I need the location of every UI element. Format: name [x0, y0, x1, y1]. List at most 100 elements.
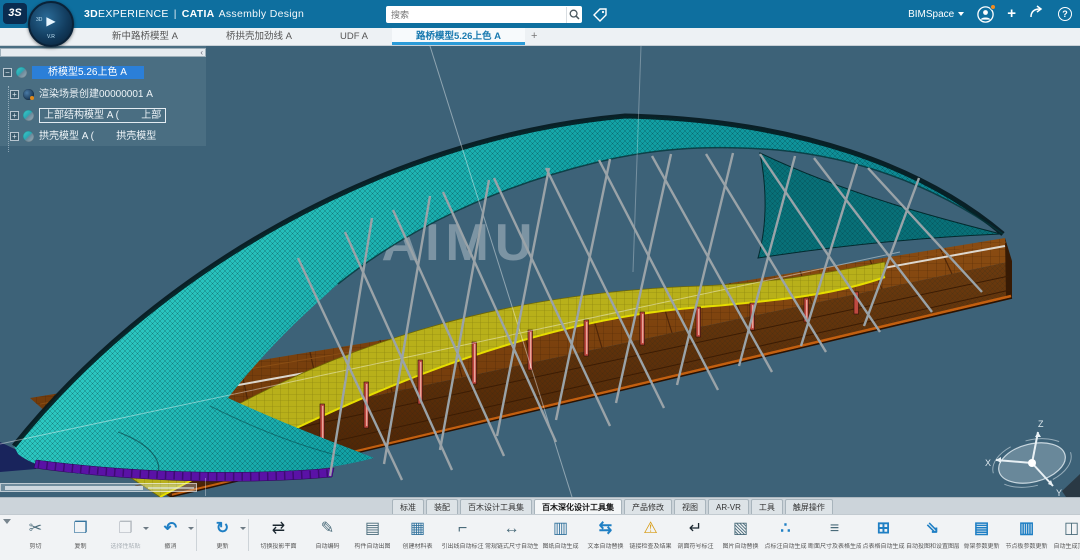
- tab-model-1[interactable]: 新中路桥模型 A: [88, 28, 202, 45]
- expand-icon[interactable]: +: [10, 90, 19, 99]
- drawing-auto-generate-icon: ▥: [538, 518, 583, 540]
- brand-experience: EXPERIENCE: [98, 8, 169, 20]
- search-input[interactable]: [386, 10, 566, 20]
- brand-3d: 3D: [84, 8, 98, 20]
- switch-projection-plane-icon: ⇄: [252, 518, 305, 540]
- header-right-cluster: BIMSpace + ?: [908, 0, 1072, 28]
- tag-icon[interactable]: [592, 7, 608, 22]
- scrollbar-arrow-icon[interactable]: ‹: [200, 49, 205, 56]
- ribbon-tab-touch[interactable]: 触屏操作: [785, 499, 833, 515]
- toolbar-item-label: 常规链式尺寸自动生成: [485, 543, 538, 551]
- toolbar-item-text-auto-replace[interactable]: ⇆ 文本自动替换: [583, 515, 628, 551]
- toolbar-item-label: 剖面符号标注: [673, 543, 718, 551]
- tree-node-upper-structure[interactable]: + 上部结构模型 A ( 上部: [10, 109, 166, 122]
- new-tab-button[interactable]: +: [525, 28, 543, 45]
- expand-icon[interactable]: +: [10, 132, 19, 141]
- ribbon-tab-ar-vr[interactable]: AR-VR: [708, 499, 749, 515]
- toolbar-item-label: 文本自动替换: [583, 543, 628, 551]
- product-icon: [16, 67, 27, 78]
- toolbar-item-label: 骨架参数更新: [959, 543, 1004, 551]
- toolbar-item-leader-auto-annotation[interactable]: ⌐引出线自动标注: [440, 515, 485, 551]
- toolbar-item-label: 自动编码: [305, 543, 350, 551]
- workbench-name: Assembly Design: [219, 8, 305, 20]
- tab-udf[interactable]: UDF A: [316, 28, 392, 45]
- compass-x-label: X: [985, 458, 991, 468]
- tree-node-render-scene[interactable]: + 渲染场景创建00000001 A: [10, 88, 153, 101]
- product-icon: [23, 110, 34, 121]
- 3d-compass-puck[interactable]: 3D ▶ V.R: [28, 1, 74, 47]
- toolbar-separator: [196, 519, 197, 551]
- toolbar-item-chain-dimension-auto-generate[interactable]: ↔常规链式尺寸自动生成: [485, 515, 538, 551]
- search-box[interactable]: [386, 6, 582, 23]
- leader-auto-annotation-icon: ⌐: [440, 518, 485, 540]
- toolbar-item-copy[interactable]: ❐复制: [58, 515, 103, 551]
- link-check-warning-icon: ⚠: [628, 518, 673, 540]
- toolbar-item-point-table-auto-generate[interactable]: ⊞点表格自动生成: [861, 515, 906, 551]
- toolbar-item-update[interactable]: ↻更新: [200, 515, 245, 551]
- scrollbar-thumb[interactable]: [5, 486, 143, 491]
- product-icon: [23, 131, 34, 142]
- toolbar-item-gusset-parameter-update[interactable]: ▥节点板参数更新: [1004, 515, 1049, 551]
- ribbon-tab-product-edit[interactable]: 产品修改: [624, 499, 672, 515]
- dropdown-caret-icon[interactable]: [188, 527, 194, 530]
- toolbar-item-paste-special[interactable]: ❐选择性粘贴: [103, 515, 148, 551]
- toolbar-item-auto-numbering[interactable]: ✎自动编码: [305, 515, 350, 551]
- toolbar-item-section-symbol-annotation[interactable]: ↵ 剖面符号标注: [673, 515, 718, 551]
- ribbon-tab-standard[interactable]: 标准: [392, 499, 424, 515]
- toolbar-item-drawing-auto-generate[interactable]: ▥ 图纸自动生成: [538, 515, 583, 551]
- ribbon-tab-assembly[interactable]: 装配: [426, 499, 458, 515]
- 3ds-logo[interactable]: 3S: [3, 3, 27, 24]
- tree-node-label[interactable]: 渲染场景创建00000001 A: [39, 88, 153, 101]
- toolbar-item-component-auto-drawing[interactable]: ▤构件自动出图: [350, 515, 395, 551]
- render-scene-icon: [23, 89, 34, 100]
- section-dimension-table-icon: ≡: [808, 518, 861, 540]
- dropdown-caret-icon[interactable]: [240, 527, 246, 530]
- tree-horizontal-scrollbar[interactable]: ‹: [0, 48, 206, 57]
- expand-icon[interactable]: +: [10, 111, 19, 120]
- puck-vr-label: V.R: [30, 34, 72, 40]
- toolbar-item-point-annotation-auto-generate[interactable]: ∴点标注自动生成: [763, 515, 808, 551]
- help-button[interactable]: ?: [1058, 7, 1072, 21]
- notification-dot: [990, 4, 996, 10]
- workspace-selector[interactable]: BIMSpace: [908, 9, 964, 20]
- user-avatar-icon[interactable]: [977, 6, 994, 23]
- 3d-viewport[interactable]: BAIMU: [0, 46, 1080, 497]
- add-content-button[interactable]: +: [1007, 0, 1016, 28]
- ribbon-tab-tools[interactable]: 工具: [751, 499, 783, 515]
- ribbon-tab-baimu-design[interactable]: 百木设计工具集: [460, 499, 532, 515]
- create-material-table-icon: ▦: [395, 518, 440, 540]
- tab-model-2[interactable]: 桥拱壳加劲线 A: [202, 28, 316, 45]
- toolbar-item-undo[interactable]: ↶撤消: [148, 515, 193, 551]
- toolbar-item-create-material-table[interactable]: ▦创建材料表: [395, 515, 440, 551]
- toolbar-item-cut[interactable]: ✂剪切: [13, 515, 58, 551]
- toolbar-item-label: 更新: [200, 543, 245, 551]
- tree-node-label[interactable]: 拱壳模型 A ( 拱壳模型: [39, 130, 156, 143]
- toolbar-item-switch-projection-plane[interactable]: ⇄切换投影平面: [252, 515, 305, 551]
- section-symbol-icon: ↵: [673, 518, 718, 540]
- tree-node-label[interactable]: 上部结构模型 A ( 上部: [39, 108, 166, 123]
- tree-node-label[interactable]: 桥模型5.26上色 A: [32, 66, 144, 79]
- tree-node-arch-shell[interactable]: + 拱壳模型 A ( 拱壳模型: [10, 130, 156, 143]
- toolbar-item-skeleton-parameter-update[interactable]: ▤骨架参数更新: [959, 515, 1004, 551]
- ribbon-tab-view[interactable]: 视图: [674, 499, 706, 515]
- collapse-icon[interactable]: −: [3, 68, 12, 77]
- tree-node-root[interactable]: − 桥模型5.26上色 A: [3, 66, 144, 79]
- auto-generate-box-icon: ◫: [1049, 518, 1080, 540]
- toolbar-item-link-check-result[interactable]: ⚠链接检查及结果: [628, 515, 673, 551]
- toolbar-item-section-dimension-table-generate[interactable]: ≡断面尺寸及表格生成: [808, 515, 861, 551]
- tab-active-bridge-model[interactable]: 路桥模型5.26上色 A: [392, 28, 525, 45]
- toolbar-collapse-chevron[interactable]: [3, 519, 11, 524]
- text-auto-replace-icon: ⇆: [583, 518, 628, 540]
- toolbar-item-label: 剪切: [13, 543, 58, 551]
- undo-icon: ↶: [148, 518, 193, 540]
- toolbar-item-label: 图纸自动生成: [538, 543, 583, 551]
- ribbon-tab-baimu-detailing[interactable]: 百木深化设计工具集: [534, 499, 622, 515]
- search-icon[interactable]: [566, 7, 582, 23]
- compass-y-label: Y: [1056, 488, 1062, 497]
- toolbar-item-image-auto-replace[interactable]: ▧图片自动替换: [718, 515, 763, 551]
- toolbar-item-auto-generate-box[interactable]: ◫自动生成顶板: [1049, 515, 1080, 551]
- share-icon[interactable]: [1029, 5, 1045, 24]
- toolbar-item-label: 自动投图和设置图层: [906, 543, 959, 551]
- puck-play-icon[interactable]: ▶: [30, 14, 72, 28]
- toolbar-item-auto-projection-layer[interactable]: ⇘自动投图和设置图层: [906, 515, 959, 551]
